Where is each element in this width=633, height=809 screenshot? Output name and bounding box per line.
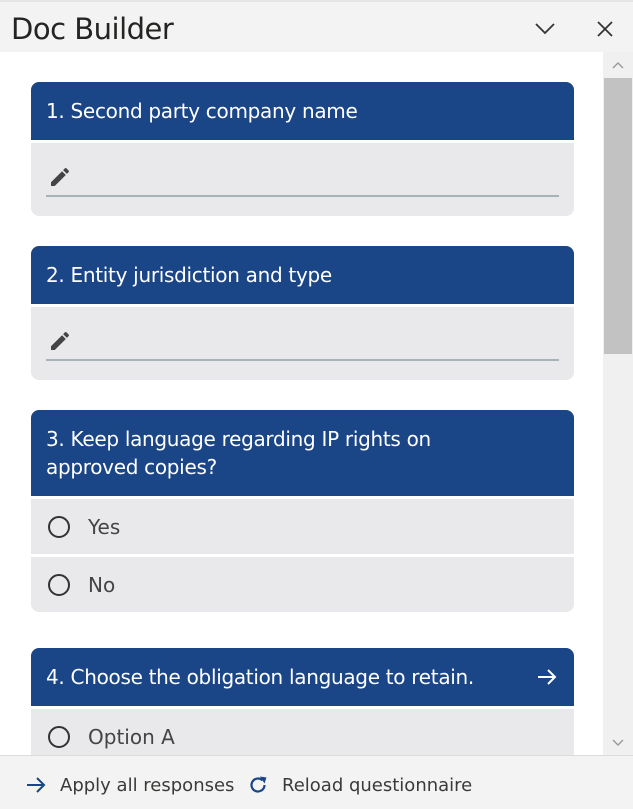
question-card-2: 2. Entity jurisdiction and type: [31, 246, 574, 380]
chevron-down-icon: [535, 23, 555, 35]
question-label-3-line2: approved copies?: [46, 455, 217, 479]
jurisdiction-field[interactable]: [31, 304, 574, 380]
footer-bar: Apply all responses Reload questionnaire: [0, 755, 633, 809]
question-card-3: 3. Keep language regarding IP rights on …: [31, 410, 574, 612]
radio-button[interactable]: [48, 573, 70, 596]
pencil-icon: [51, 167, 70, 186]
app-title: Doc Builder: [11, 12, 174, 46]
radio-label: Option A: [88, 724, 175, 749]
next-arrow-button[interactable]: [533, 665, 559, 689]
question-header-2: 2. Entity jurisdiction and type: [31, 246, 574, 304]
scrollbar-thumb[interactable]: [604, 78, 632, 354]
chevron-down-icon: [612, 739, 624, 746]
question-header-4: 4. Choose the obligation language to ret…: [31, 648, 574, 706]
refresh-icon: [250, 776, 267, 793]
radio-option-a[interactable]: Option A: [31, 706, 574, 755]
arrow-right-icon: [538, 669, 557, 685]
reload-label: Reload questionnaire: [282, 774, 473, 796]
company-name-field[interactable]: [31, 140, 574, 216]
collapse-button[interactable]: [530, 14, 560, 44]
question-label-1: 1. Second party company name: [46, 99, 358, 123]
question-card-1: 1. Second party company name: [31, 82, 574, 216]
radio-button[interactable]: [48, 515, 70, 538]
question-card-4: 4. Choose the obligation language to ret…: [31, 648, 574, 755]
apply-all-label: Apply all responses: [60, 774, 235, 796]
scroll-down-button[interactable]: [603, 732, 633, 754]
radio-label: No: [88, 572, 116, 597]
input-underline: [46, 195, 559, 197]
input-underline: [46, 359, 559, 361]
chevron-up-icon: [612, 62, 624, 69]
apply-all-button[interactable]: Apply all responses: [25, 774, 234, 796]
question-label-4: 4. Choose the obligation language to ret…: [46, 665, 474, 689]
question-label-3-line1: 3. Keep language regarding IP rights on: [46, 427, 431, 451]
radio-option-yes[interactable]: Yes: [31, 496, 574, 554]
question-header-1: 1. Second party company name: [31, 82, 574, 140]
arrow-right-icon: [27, 777, 46, 793]
radio-label: Yes: [88, 514, 121, 539]
title-bar: Doc Builder: [0, 0, 633, 52]
radio-option-no[interactable]: No: [31, 554, 574, 612]
pencil-icon: [51, 331, 70, 350]
question-header-3: 3. Keep language regarding IP rights on …: [31, 410, 574, 496]
question-label-2: 2. Entity jurisdiction and type: [46, 263, 332, 287]
reload-questionnaire-button[interactable]: Reload questionnaire: [247, 774, 472, 796]
questionnaire-pane[interactable]: 1. Second party company name 2. Entity j…: [0, 52, 633, 755]
scroll-up-button[interactable]: [603, 54, 633, 76]
vertical-scrollbar[interactable]: [603, 52, 633, 755]
close-icon: [597, 21, 613, 37]
close-button[interactable]: [590, 14, 620, 44]
radio-button[interactable]: [48, 725, 70, 748]
